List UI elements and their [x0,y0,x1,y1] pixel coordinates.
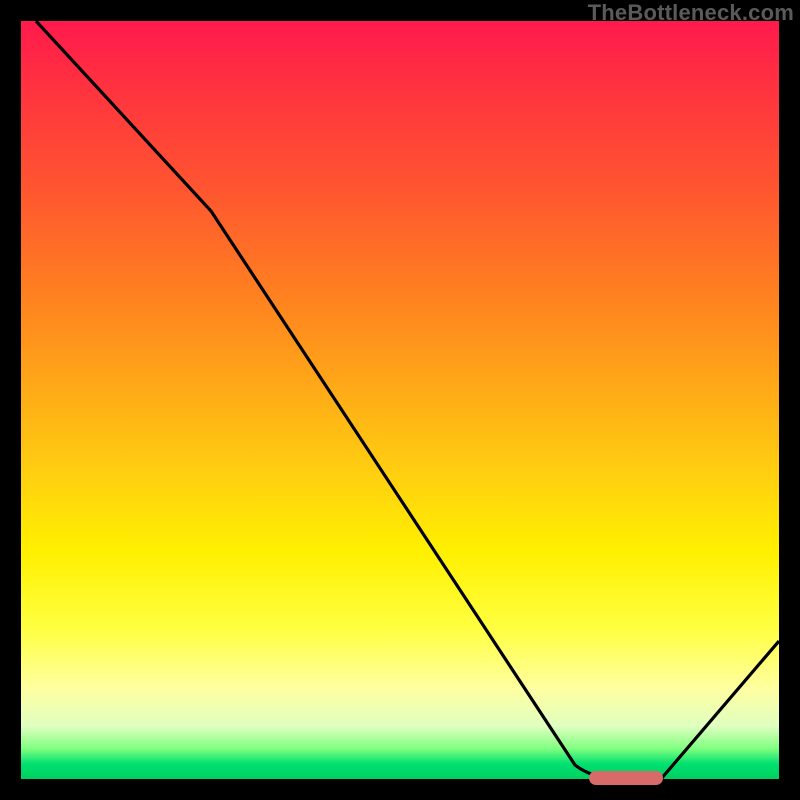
gradient-background [21,21,779,779]
optimal-marker [589,771,663,785]
chart-frame: TheBottleneck.com [0,0,800,800]
attribution-watermark: TheBottleneck.com [588,0,794,26]
